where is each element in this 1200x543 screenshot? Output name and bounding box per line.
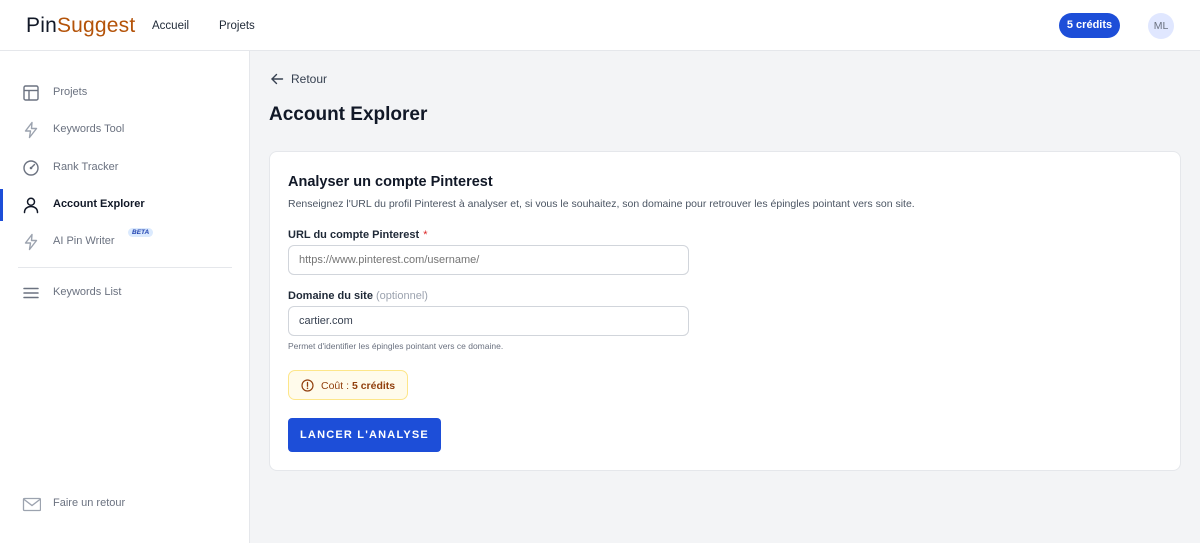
logo-text-suggest: Suggest (56, 14, 136, 37)
feedback-label: Faire un retour (53, 497, 126, 509)
url-field-label: URL du compte Pinterest * (288, 229, 428, 241)
lightning-icon (24, 121, 38, 139)
launch-analysis-button[interactable]: LANCER L'ANALYSE (288, 418, 441, 452)
sidebar-item-label: Keywords Tool (53, 123, 125, 135)
sidebar-item-label: Account Explorer (53, 198, 145, 210)
sidebar-item-keywords-tool[interactable]: Keywords Tool (0, 114, 249, 146)
sidebar-item-projets[interactable]: Projets (0, 77, 249, 109)
logo-text-pin: Pin (26, 14, 57, 37)
back-label: Retour (291, 72, 328, 86)
feedback-link[interactable]: Faire un retour (0, 488, 249, 520)
required-mark: * (423, 229, 428, 241)
layout-icon (23, 85, 39, 101)
domain-field-label: Domaine du site (optionnel) (288, 290, 428, 302)
menu-icon (23, 287, 39, 299)
user-avatar[interactable]: ML (1148, 13, 1174, 39)
user-icon (23, 197, 39, 214)
sidebar-item-account-explorer[interactable]: Account Explorer (0, 189, 249, 221)
url-field-label-text: URL du compte Pinterest (288, 229, 420, 241)
gauge-icon (23, 160, 39, 176)
credits-badge[interactable]: 5 crédits (1059, 13, 1120, 38)
sidebar-item-label: Rank Tracker (53, 161, 119, 173)
sidebar-divider (18, 267, 232, 268)
mail-icon (22, 497, 41, 512)
lightning-icon (24, 233, 38, 251)
top-navigation-bar: PinSuggest Accueil Projets 5 crédits ML (0, 0, 1200, 51)
cost-value: 5 crédits (351, 380, 396, 392)
analysis-form-card: Analyser un compte Pinterest Renseignez … (269, 151, 1181, 471)
site-domain-input[interactable] (288, 306, 689, 336)
pinterest-url-input[interactable] (288, 245, 689, 275)
arrow-left-icon (271, 73, 284, 85)
sidebar-item-label: AI Pin Writer (53, 235, 115, 247)
sidebar: Projets Keywords Tool Rank Tracker Accou… (0, 51, 250, 543)
nav-link-projects[interactable]: Projets (219, 20, 255, 32)
info-icon (301, 379, 314, 392)
sidebar-item-ai-pin-writer[interactable]: AI Pin Writer (0, 226, 249, 258)
cost-badge: Coût : 5 crédits (288, 370, 408, 400)
sidebar-item-rank-tracker[interactable]: Rank Tracker (0, 152, 249, 184)
domain-field-label-text: Domaine du site (288, 290, 373, 302)
optional-note: (optionnel) (375, 290, 428, 302)
page-title: Account Explorer (269, 104, 428, 125)
sidebar-item-label: Keywords List (53, 286, 122, 298)
sidebar-item-keywords-list[interactable]: Keywords List (0, 277, 249, 309)
domain-hint: Permet d'identifier les épingles pointan… (288, 341, 504, 351)
sidebar-item-label: Projets (53, 86, 88, 98)
cost-text: Coût : 5 crédits (321, 380, 395, 392)
beta-badge: BETA (128, 228, 154, 237)
cost-prefix: Coût : (321, 380, 352, 392)
app-logo[interactable]: PinSuggest (26, 14, 135, 38)
card-title: Analyser un compte Pinterest (288, 174, 493, 190)
nav-link-home[interactable]: Accueil (152, 20, 189, 32)
card-description: Renseignez l'URL du profil Pinterest à a… (288, 198, 915, 210)
